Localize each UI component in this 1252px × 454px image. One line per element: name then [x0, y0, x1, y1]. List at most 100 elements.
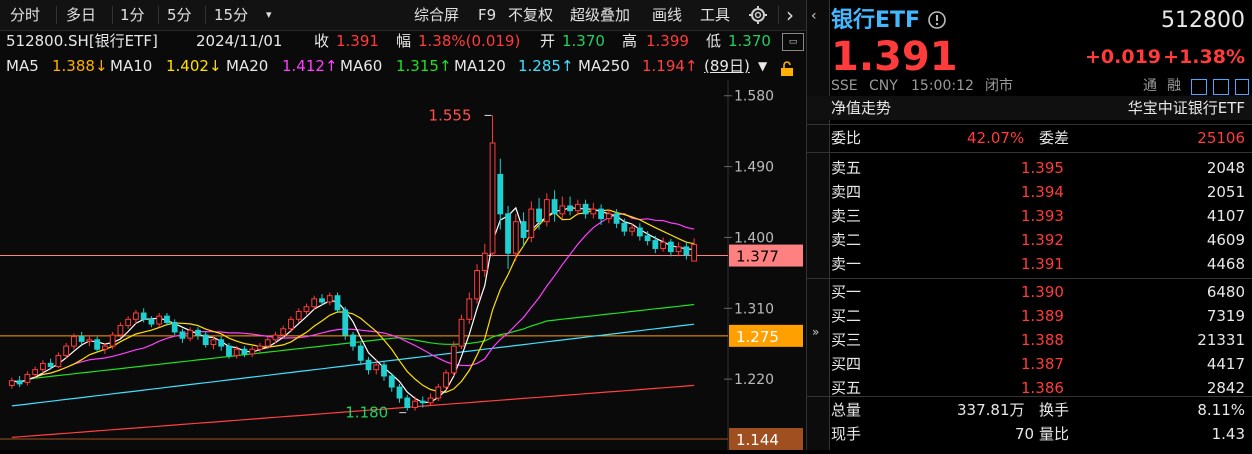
ask-label: 卖四 — [831, 183, 862, 201]
price-level-label: 1.275 — [736, 328, 779, 346]
bid-label: 买四 — [831, 355, 862, 373]
toolbar-divider — [778, 6, 779, 24]
ask-row[interactable]: 卖五 1.395 2048 — [807, 156, 1252, 180]
share-icon[interactable] — [1213, 79, 1229, 95]
bid-row[interactable]: 买三 1.388 21331 — [807, 328, 1252, 352]
ma20-label: MA20 — [226, 57, 269, 75]
toolbar-divider — [158, 6, 159, 24]
super-overlay-button[interactable]: 超级叠加 — [570, 0, 630, 30]
tab-multiday[interactable]: 多日 — [66, 0, 96, 30]
ask-label: 卖五 — [831, 159, 862, 177]
ask-volume: 2051 — [1206, 183, 1245, 201]
tab-1min[interactable]: 1分 — [120, 0, 145, 30]
candle-body — [388, 375, 395, 388]
bid-price: 1.389 — [1021, 307, 1064, 325]
candle-body — [466, 298, 473, 320]
candle-body — [24, 373, 31, 383]
total-label: 总量 — [831, 401, 862, 419]
toolbar-divider — [56, 6, 57, 24]
ask-row[interactable]: 卖四 1.394 2051 — [807, 180, 1252, 204]
ask-row[interactable]: 卖三 1.393 4107 — [807, 204, 1252, 228]
divider — [806, 278, 1252, 279]
nav-row[interactable]: 净值走势 华宝中证银行ETF — [807, 96, 1252, 120]
no-adjust-button[interactable]: 不复权 — [508, 0, 553, 30]
candlestick-chart[interactable]: 1.580 1.490 1.400 1.310 1.220 1.377 1.275 1.144… — [0, 80, 806, 450]
current-label: 现手 — [831, 425, 862, 443]
price-level-label: 1.377 — [736, 248, 779, 266]
currency: CNY — [869, 78, 898, 94]
candle-body — [140, 312, 147, 320]
candle-body — [334, 295, 341, 311]
bid-row[interactable]: 买一 1.390 6480 — [807, 280, 1252, 304]
close-label: 收 — [314, 32, 330, 50]
candle-body — [179, 331, 186, 339]
ask-row[interactable]: 卖二 1.392 4609 — [807, 228, 1252, 252]
bid-label: 买二 — [831, 307, 862, 325]
toolbar-divider — [205, 6, 206, 24]
security-name: 银行ETF — [831, 8, 921, 33]
display-toggle-icon[interactable]: ▭ — [782, 33, 804, 51]
bid-volume: 6480 — [1206, 283, 1245, 301]
ma5-value: 1.388↓ — [52, 57, 108, 75]
candle-body — [458, 318, 465, 347]
candle-body — [133, 312, 139, 320]
candle-body — [667, 241, 674, 253]
ask-price: 1.392 — [1021, 231, 1064, 249]
candle-body — [94, 339, 101, 350]
bid-row[interactable]: 买二 1.389 7319 — [807, 304, 1252, 328]
price-level-label: 1.144 — [736, 431, 779, 449]
bid-row[interactable]: 买四 1.387 4417 — [807, 352, 1252, 376]
last-price: 1.391 — [831, 34, 958, 80]
tab-intraday[interactable]: 分时 — [10, 0, 40, 30]
draw-line-button[interactable]: 画线 — [652, 0, 682, 30]
ask-volume: 4107 — [1206, 207, 1245, 225]
candle-body — [288, 318, 294, 330]
ask-label: 卖一 — [831, 255, 862, 273]
gear-icon[interactable] — [748, 5, 768, 25]
candle-body — [264, 339, 271, 347]
f9-button[interactable]: F9 — [478, 0, 496, 30]
candle-body — [551, 199, 558, 215]
candle-body — [156, 315, 163, 325]
composite-screen-button[interactable]: 综合屏 — [414, 0, 459, 30]
period-dropdown-icon[interactable]: ▾ — [266, 0, 272, 30]
ma60-value: 1.315↑ — [396, 57, 452, 75]
candle-body — [497, 173, 504, 215]
next-panel-icon[interactable]: › — [786, 0, 794, 30]
candle-body — [357, 345, 364, 361]
high-value: 1.399 — [646, 32, 689, 50]
ask-row[interactable]: 卖一 1.391 4468 — [807, 252, 1252, 276]
high-label: 高 — [622, 32, 638, 50]
info-icon[interactable] — [927, 10, 947, 30]
candle-body — [63, 345, 70, 357]
divider — [806, 124, 1252, 125]
candle-body — [450, 345, 457, 374]
candle-body — [202, 334, 209, 346]
tools-button[interactable]: 工具 — [700, 0, 730, 30]
candle-body — [102, 345, 108, 350]
ma-period-selector[interactable]: (89日) — [704, 52, 750, 80]
ask-price: 1.391 — [1021, 255, 1064, 273]
ask-volume: 4609 — [1206, 231, 1245, 249]
lock-icon[interactable] — [780, 58, 794, 76]
ask-volume: 4468 — [1206, 255, 1245, 273]
toolbar-divider — [112, 6, 113, 24]
ma60-label: MA60 — [340, 57, 383, 75]
close-value: 1.391 — [336, 32, 379, 50]
market-status: 闭市 — [985, 78, 1013, 94]
candle-body — [590, 208, 597, 215]
candle-body — [481, 252, 488, 272]
home-icon[interactable] — [1191, 79, 1207, 95]
add-icon[interactable] — [1235, 79, 1249, 95]
chart-svg[interactable]: 1.580 1.490 1.400 1.310 1.220 1.377 1.275 1.144… — [0, 80, 806, 450]
dropdown-triangle-icon[interactable]: ▼ — [758, 52, 767, 80]
tab-15min[interactable]: 15分 — [214, 0, 248, 30]
candle-body — [241, 348, 248, 355]
weicha-label: 委差 — [1039, 129, 1070, 147]
candle-body — [396, 386, 403, 399]
candle-body — [365, 359, 372, 371]
tab-5min[interactable]: 5分 — [167, 0, 192, 30]
nav-trend-link[interactable]: 净值走势 — [831, 96, 891, 120]
bid-price: 1.390 — [1021, 283, 1064, 301]
price-change: +0.019 — [1085, 46, 1162, 68]
